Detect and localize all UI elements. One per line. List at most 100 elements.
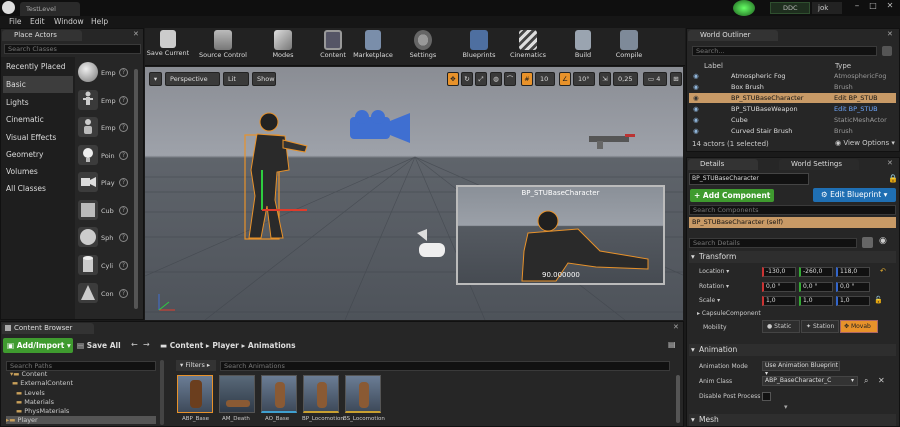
scale-snap-value[interactable]: 0,25 xyxy=(613,72,638,86)
minimize-button[interactable]: – xyxy=(850,1,864,13)
close-button[interactable]: ✕ xyxy=(883,1,897,13)
scale-lock-icon[interactable]: 🔓 xyxy=(874,296,883,304)
add-import-button[interactable]: ▣ Add/Import ▾ xyxy=(3,338,73,353)
save-all-button[interactable]: ▤ Save All xyxy=(77,338,125,353)
filters-button[interactable]: ▾ Filters ▸ xyxy=(176,360,216,371)
translate-tool-button[interactable]: ✥ xyxy=(447,72,459,86)
rotation-z-field[interactable]: 0,0 ° xyxy=(836,282,870,292)
scale-label[interactable]: Scale ▾ xyxy=(699,297,720,304)
tab-place-actors[interactable]: Place Actors xyxy=(2,30,82,41)
close-icon[interactable]: ✕ xyxy=(673,323,679,331)
world-local-button[interactable]: ◍ xyxy=(490,72,502,86)
grid-snap-value[interactable]: 10 xyxy=(535,72,555,86)
category-geometry[interactable]: Geometry xyxy=(3,146,73,163)
category-recently-placed[interactable]: Recently Placed xyxy=(3,58,73,75)
tab-world-settings[interactable]: World Settings xyxy=(779,159,859,170)
rotation-y-field[interactable]: 0,0 ° xyxy=(799,282,833,292)
search-classes-input[interactable]: Search Classes xyxy=(4,44,141,54)
mobility-static-button[interactable]: ● Static xyxy=(762,320,800,333)
assets-scrollbar[interactable] xyxy=(676,375,680,423)
close-icon[interactable]: ✕ xyxy=(887,159,893,167)
rotation-snap-toggle[interactable]: ∠ xyxy=(559,72,571,86)
tree-item-content[interactable]: ▾▬ Content xyxy=(10,370,47,378)
outliner-row[interactable]: ◉ Atmospheric Fog AtmosphericFog xyxy=(689,71,896,81)
tree-scrollbar[interactable] xyxy=(160,360,164,425)
outliner-row-selected[interactable]: ◉ BP_STUBaseCharacter Edit BP_STUB xyxy=(689,93,896,103)
location-label[interactable]: Location ▾ xyxy=(699,268,729,275)
outliner-search-input[interactable]: Search... xyxy=(692,46,877,56)
show-dropdown[interactable]: Show xyxy=(252,72,276,86)
breadcrumb-animations[interactable]: Animations xyxy=(248,341,296,350)
menu-help[interactable]: Help xyxy=(91,16,108,28)
help-icon[interactable]: ? xyxy=(119,96,128,105)
help-icon[interactable]: ? xyxy=(119,151,128,160)
category-visual-effects[interactable]: Visual Effects xyxy=(3,129,73,146)
location-x-field[interactable]: -130,0 xyxy=(762,267,796,277)
help-icon[interactable]: ? xyxy=(119,261,128,270)
save-current-button[interactable]: Save Current xyxy=(145,28,191,64)
help-icon[interactable]: ? xyxy=(119,68,128,77)
content-button[interactable]: Content xyxy=(316,28,350,64)
asset-bp-locomotion[interactable] xyxy=(303,375,339,413)
tree-item-levels[interactable]: ▬ Levels xyxy=(16,389,45,397)
asset-am-death[interactable] xyxy=(219,375,255,413)
outliner-row[interactable]: ◉ Cube StaticMeshActor xyxy=(689,115,896,125)
viewport-options-dropdown[interactable]: ▾ xyxy=(149,72,162,86)
category-lights[interactable]: Lights xyxy=(3,94,73,111)
visibility-eye-icon[interactable]: ◉ xyxy=(693,71,699,81)
surface-snap-button[interactable]: ⌒ xyxy=(504,72,516,86)
build-button[interactable]: Build xyxy=(567,28,599,64)
category-volumes[interactable]: Volumes xyxy=(3,163,73,180)
close-icon[interactable]: ✕ xyxy=(133,30,139,38)
anim-class-dropdown[interactable]: ABP_BaseCharacter_C ▾ xyxy=(762,376,858,386)
scale-tool-button[interactable]: ⤢ xyxy=(475,72,487,86)
help-icon[interactable]: ? xyxy=(119,178,128,187)
outliner-row[interactable]: ◉ BP_STUBaseWeapon Edit BP_STUB xyxy=(689,104,896,114)
mesh-section-header[interactable]: ▾ Mesh xyxy=(689,414,896,426)
tab-world-outliner[interactable]: World Outliner xyxy=(688,30,778,41)
lit-dropdown[interactable]: Lit xyxy=(223,72,249,86)
settings-button[interactable]: Settings xyxy=(406,28,440,64)
character-mesh[interactable] xyxy=(237,110,312,245)
forward-button[interactable]: → xyxy=(143,340,150,349)
tree-item-externalcontent[interactable]: ▬ ExternalContent xyxy=(12,379,73,387)
category-all-classes[interactable]: All Classes xyxy=(3,180,73,197)
asset-ao-base[interactable] xyxy=(261,375,297,413)
animation-mode-dropdown[interactable]: Use Animation Blueprint ▾ xyxy=(762,361,840,377)
level-viewport[interactable]: BP_STUBaseCharacter 90.000000 xyxy=(145,67,683,320)
transform-section-header[interactable]: ▾ Transform xyxy=(689,251,896,263)
category-cinematic[interactable]: Cinematic xyxy=(3,111,73,128)
visibility-eye-icon[interactable]: ◉ xyxy=(693,82,699,92)
clear-icon[interactable]: ✕ xyxy=(878,376,885,385)
perspective-dropdown[interactable]: Perspective xyxy=(165,72,220,86)
visibility-eye-icon[interactable]: ◉ xyxy=(693,104,699,114)
modes-button[interactable]: Modes xyxy=(266,28,300,64)
help-icon[interactable]: ? xyxy=(119,123,128,132)
animation-section-header[interactable]: ▾ Animation xyxy=(689,344,896,356)
scale-y-field[interactable]: 1,0 xyxy=(799,296,833,306)
disable-post-process-checkbox[interactable] xyxy=(762,392,771,401)
sources-icon[interactable]: ▤ xyxy=(668,340,676,349)
browse-search-icon[interactable]: ⌕ xyxy=(864,376,868,386)
gamepad-icon[interactable] xyxy=(415,227,449,267)
cinematics-button[interactable]: Cinematics xyxy=(508,28,548,64)
expand-advanced-icon[interactable]: ▾ xyxy=(784,403,788,411)
compile-button[interactable]: Compile xyxy=(612,28,646,64)
asset-abp-base[interactable] xyxy=(177,375,213,413)
reset-to-default-icon[interactable]: ↶ xyxy=(880,267,886,275)
visibility-eye-icon[interactable]: ◉ xyxy=(693,93,699,103)
rotation-snap-value[interactable]: 10° xyxy=(573,72,595,86)
component-self-row[interactable]: BP_STUBaseCharacter (self) xyxy=(689,217,896,228)
help-icon[interactable]: ? xyxy=(119,289,128,298)
category-basic[interactable]: Basic xyxy=(3,76,73,93)
outliner-row[interactable]: ◉ Curved Stair Brush Brush xyxy=(689,126,896,136)
help-icon[interactable]: ? xyxy=(119,206,128,215)
search-assets-input[interactable]: Search Animations xyxy=(220,361,670,371)
asset-bs-locomotion[interactable] xyxy=(345,375,381,413)
lock-icon[interactable]: 🔒 xyxy=(888,174,898,183)
location-y-field[interactable]: -260,0 xyxy=(799,267,833,277)
tree-item-physmaterials[interactable]: ▬ PhysMaterials xyxy=(16,407,69,415)
property-matrix-icon[interactable] xyxy=(862,237,873,248)
actor-name-field[interactable]: BP_STUBaseCharacter xyxy=(689,173,809,185)
visibility-eye-icon[interactable]: ◉ xyxy=(693,115,699,125)
